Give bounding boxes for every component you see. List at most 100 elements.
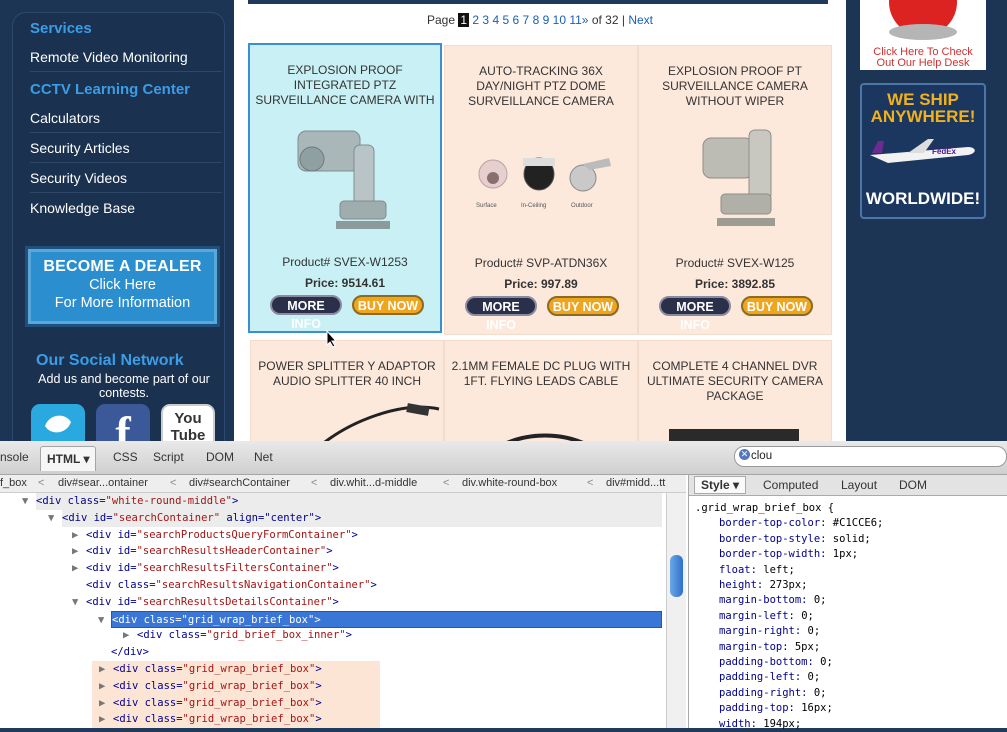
breadcrumb-item[interactable]: div.whit...d-middle [330,477,417,489]
tree-node[interactable]: ▶ <div class="grid_wrap_brief_box"> [92,677,380,695]
css-property[interactable]: margin-left: 0; [695,609,883,624]
tab-computed[interactable]: Computed [763,478,818,492]
breadcrumb-item[interactable]: div#searchContainer [189,477,290,489]
more-info-button[interactable]: MORE INFO [465,296,537,332]
collapsed-arrow-icon[interactable]: ▶ [72,543,86,560]
tab-html[interactable]: HTML ▾ [40,446,97,471]
collapsed-arrow-icon[interactable]: ▶ [72,560,86,577]
pager-link[interactable]: 10 [553,13,566,27]
breadcrumb-item[interactable]: f_box [0,477,27,489]
tab-dom-side[interactable]: DOM [899,478,927,492]
tree-node[interactable]: <div class="searchResultsNavigationConta… [86,577,662,594]
nav-knowledge-base[interactable]: Knowledge Base [30,200,222,222]
scrollbar-thumb[interactable] [670,555,683,597]
collapsed-arrow-icon[interactable]: ▶ [99,661,113,678]
expanded-arrow-icon[interactable]: ▼ [22,493,36,510]
buy-now-button[interactable]: BUY NOW [547,296,619,316]
nav-security-articles[interactable]: Security Articles [30,140,222,163]
css-property[interactable]: padding-right: 0; [695,686,883,701]
collapsed-arrow-icon[interactable]: ▶ [123,627,137,644]
product-card[interactable]: 2.1MM FEMALE DC PLUG WITH 1FT. FLYING LE… [444,340,638,441]
css-selector[interactable]: .grid_wrap_brief_box { [695,501,883,516]
product-card-selected[interactable]: EXPLOSION PROOF INTEGRATED PTZ SURVEILLA… [248,43,442,333]
tree-node[interactable]: ▼ <div id="searchContainer" align="center… [48,509,662,527]
pager-link[interactable]: 8 [533,13,540,27]
clear-search-icon[interactable]: ✕ [739,449,750,460]
facebook-icon[interactable]: f [96,404,150,441]
services-heading[interactable]: Services [30,20,92,37]
css-property[interactable]: border-top-width: 1px; [695,547,883,562]
product-title[interactable]: 2.1MM FEMALE DC PLUG WITH 1FT. FLYING LE… [449,359,633,389]
tab-net[interactable]: Net [254,450,273,464]
css-property[interactable]: padding-top: 16px; [695,701,883,716]
css-property[interactable]: width: 194px; [695,717,883,732]
pager-link[interactable]: 5 [502,13,509,27]
css-property[interactable]: height: 273px; [695,578,883,593]
pager-link[interactable]: 11» [569,13,588,27]
become-dealer-banner[interactable]: BECOME A DEALER Click Here For More Info… [25,246,220,327]
buy-now-button[interactable]: BUY NOW [741,296,813,316]
tab-layout[interactable]: Layout [841,478,877,492]
breadcrumb-item[interactable]: div#sear...ontainer [58,477,148,489]
pager-next[interactable]: Next [628,13,653,27]
collapsed-arrow-icon[interactable]: ▶ [99,711,113,728]
tree-node[interactable]: ▶ <div id="searchProductsQueryFormContain… [72,527,662,544]
tree-node[interactable]: ▶ <div class="grid_wrap_brief_box"> [92,694,380,712]
css-property[interactable]: padding-left: 0; [695,670,883,685]
nav-security-videos[interactable]: Security Videos [30,170,222,193]
product-title[interactable]: EXPLOSION PROOF INTEGRATED PTZ SURVEILLA… [254,63,436,108]
collapsed-arrow-icon[interactable]: ▶ [72,527,86,544]
pager-link[interactable]: 3 [482,13,489,27]
tree-node[interactable]: </div> [111,644,662,661]
breadcrumb-item[interactable]: div.white-round-box [462,477,557,489]
pager-link[interactable]: 6 [513,13,520,27]
css-property[interactable]: margin-bottom: 0; [695,593,883,608]
youtube-icon[interactable]: You Tube [161,404,215,441]
collapsed-arrow-icon[interactable]: ▶ [99,678,113,695]
expanded-arrow-icon[interactable]: ▼ [48,510,62,527]
tab-console[interactable]: nsole [0,450,29,464]
buy-now-button[interactable]: BUY NOW [352,295,424,315]
twitter-icon[interactable] [31,404,85,441]
tab-css[interactable]: CSS [113,450,138,464]
product-title[interactable]: COMPLETE 4 CHANNEL DVR ULTIMATE SECURITY… [643,359,827,404]
collapsed-arrow-icon[interactable]: ▶ [99,695,113,712]
css-property[interactable]: margin-right: 0; [695,624,883,639]
breadcrumb-item[interactable]: div#midd...tt [606,477,665,489]
more-info-button[interactable]: MORE INFO [270,295,342,331]
tree-node[interactable]: ▼ <div class="white-round-middle"> [22,493,662,510]
pager-link[interactable]: 9 [543,13,550,27]
product-card[interactable]: POWER SPLITTER Y ADAPTOR AUDIO SPLITTER … [250,340,444,441]
tree-node[interactable]: ▶ <div id="searchResultsHeaderContainer"> [72,543,662,560]
product-title[interactable]: EXPLOSION PROOF PT SURVEILLANCE CAMERA W… [643,64,827,109]
pager-link[interactable]: 4 [492,13,499,27]
product-title[interactable]: POWER SPLITTER Y ADAPTOR AUDIO SPLITTER … [255,359,439,389]
css-property[interactable]: margin-top: 5px; [695,640,883,655]
tab-script[interactable]: Script [153,450,184,464]
tree-node[interactable]: ▶ <div id="searchResultsFiltersContainer"… [72,560,662,577]
learning-heading[interactable]: CCTV Learning Center [30,81,190,98]
pager-link[interactable]: 2 [472,13,479,27]
help-desk-banner[interactable]: Click Here To Check Out Our Help Desk [860,0,986,70]
tree-node[interactable]: ▼ <div class="grid_wrap_brief_box"> [98,610,662,628]
product-title[interactable]: AUTO-TRACKING 36X DAY/NIGHT PTZ DOME SUR… [449,64,633,109]
pager-link[interactable]: 7 [523,13,530,27]
we-ship-banner[interactable]: WE SHIP ANYWHERE! FedEx WORLDWIDE! [860,83,986,219]
tree-node[interactable]: ▼ <div id="searchResultsDetailsContainer"… [72,594,662,611]
nav-calculators[interactable]: Calculators [30,110,222,133]
tab-style[interactable]: Style ▾ [694,476,747,494]
css-property[interactable]: border-top-style: solid; [695,532,883,547]
more-info-button[interactable]: MORE INFO [659,296,731,332]
tree-node[interactable]: ▶ <div class="grid_brief_box_inner"> [123,627,662,644]
css-property[interactable]: border-top-color: #C1CCE6; [695,516,883,531]
product-card[interactable]: EXPLOSION PROOF PT SURVEILLANCE CAMERA W… [638,45,832,335]
expanded-arrow-icon[interactable]: ▼ [72,594,86,611]
devtools-search-input[interactable]: ✕ clou [734,446,1007,467]
tree-node[interactable]: ▶ <div class="grid_wrap_brief_box"> [92,661,380,678]
tab-dom[interactable]: DOM [206,450,234,464]
nav-remote-video[interactable]: Remote Video Monitoring [30,49,222,72]
expanded-arrow-icon[interactable]: ▼ [98,612,112,629]
css-property[interactable]: padding-bottom: 0; [695,655,883,670]
tree-scrollbar[interactable] [666,493,686,728]
product-card[interactable]: COMPLETE 4 CHANNEL DVR ULTIMATE SECURITY… [638,340,832,441]
